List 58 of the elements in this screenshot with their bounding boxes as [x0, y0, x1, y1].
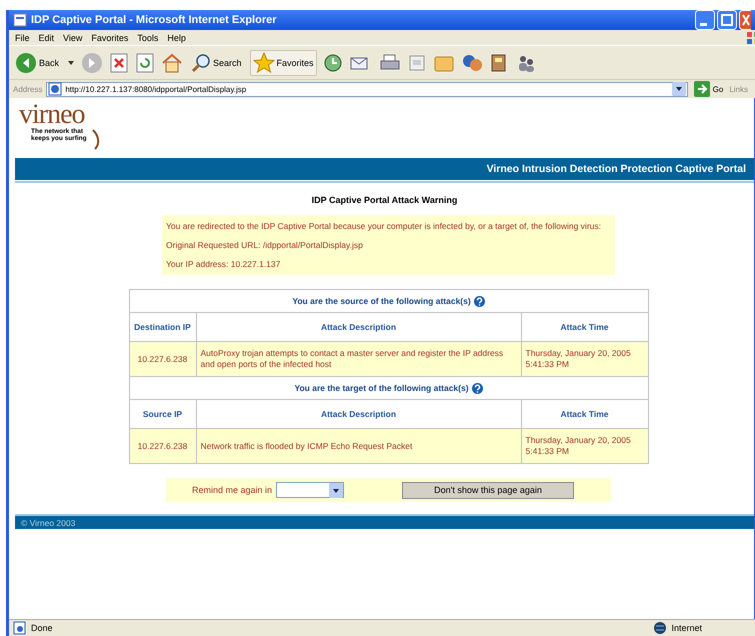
- table-title: You are the source of the following attack(s): [129, 290, 648, 312]
- logo-wordmark: virneo: [19, 102, 86, 128]
- help-icon[interactable]: [474, 296, 485, 307]
- column-header: Source IP: [129, 400, 196, 428]
- table-cell: Network traffic is flooded by ICMP Echo Request Packet: [196, 428, 521, 464]
- url-text: http://10.227.1.137:8080/idpportal/PortalDisplay.jsp: [65, 84, 246, 94]
- menu-item[interactable]: View: [63, 32, 82, 42]
- table-cell: 10.227.6.238: [129, 342, 196, 376]
- address-label: Address: [13, 84, 42, 94]
- history-icon[interactable]: [322, 52, 343, 72]
- page-heading: IDP Captive Portal Attack Warning: [310, 195, 458, 205]
- table-title: You are the target of the following attack(s): [129, 376, 648, 400]
- column-header: Attack Description: [196, 400, 521, 428]
- notice-text: Original Requested URL: /idpportal/PortalDisplay.jsp: [166, 240, 364, 251]
- dropdown-arrow-icon[interactable]: [67, 58, 76, 66]
- column-header: Attack Time: [521, 312, 648, 342]
- column-header: Attack Time: [521, 400, 648, 428]
- menu-item[interactable]: Help: [167, 32, 186, 42]
- status-text: Done: [31, 623, 53, 633]
- star-icon: [252, 52, 275, 74]
- help-icon[interactable]: [472, 382, 483, 394]
- menu-item[interactable]: File: [15, 32, 30, 42]
- interval-dropdown[interactable]: [276, 482, 344, 498]
- column-header: Attack Description: [196, 312, 521, 342]
- go-button[interactable]: Go: [692, 81, 726, 97]
- print-icon[interactable]: [378, 52, 401, 72]
- refresh-icon[interactable]: [135, 52, 156, 72]
- minimize-icon[interactable]: [695, 10, 715, 30]
- close-icon[interactable]: [739, 10, 751, 30]
- menu-item[interactable]: Favorites: [91, 32, 128, 42]
- zone-text: Internet: [671, 623, 703, 633]
- window-title: IDP Captive Portal - Microsoft Internet Explorer: [31, 14, 278, 26]
- home-icon[interactable]: [161, 52, 184, 72]
- table-cell: Thursday, January 20, 2005 5:41:33 PM: [521, 428, 648, 464]
- menu-item[interactable]: Tools: [137, 32, 158, 42]
- maximize-icon[interactable]: [717, 10, 737, 30]
- dont-show-button[interactable]: Don't show this page again: [402, 482, 574, 498]
- search-icon: [191, 52, 212, 72]
- notice-text: Your IP address: 10.227.1.137: [166, 259, 282, 270]
- column-header: Destination IP: [129, 312, 196, 342]
- globe-icon: [653, 621, 668, 635]
- swoosh-icon: [91, 128, 101, 150]
- stop-icon[interactable]: [109, 52, 130, 72]
- search-button[interactable]: Search: [189, 52, 244, 74]
- address-field[interactable]: http://10.227.1.137:8080/idpportal/PortalDisplay.jsp: [46, 82, 688, 96]
- page-icon: [13, 13, 27, 27]
- page-icon: [13, 621, 27, 635]
- notice-text: You are redirected to the IDP Captive Portal because your computer is infected by, or a target of, the following virus:: [166, 221, 602, 232]
- table-cell: 10.227.6.238: [129, 428, 196, 464]
- banner-title: Virneo Intrusion Detection Protection Captive Portal: [486, 163, 746, 175]
- table-cell: Thursday, January 20, 2005 5:41:33 PM: [521, 342, 648, 376]
- page-icon: [48, 82, 62, 96]
- menu-item[interactable]: Edit: [38, 32, 54, 42]
- remind-label: Remind me again in: [192, 485, 272, 495]
- back-button[interactable]: Back: [13, 50, 62, 74]
- favorites-button[interactable]: Favorites: [250, 50, 317, 76]
- table-cell: AutoProxy trojan attempts to contact a master server and register the IP address and open ports of the infected host: [196, 342, 521, 376]
- copyright-text: © Virneo 2003: [21, 518, 76, 528]
